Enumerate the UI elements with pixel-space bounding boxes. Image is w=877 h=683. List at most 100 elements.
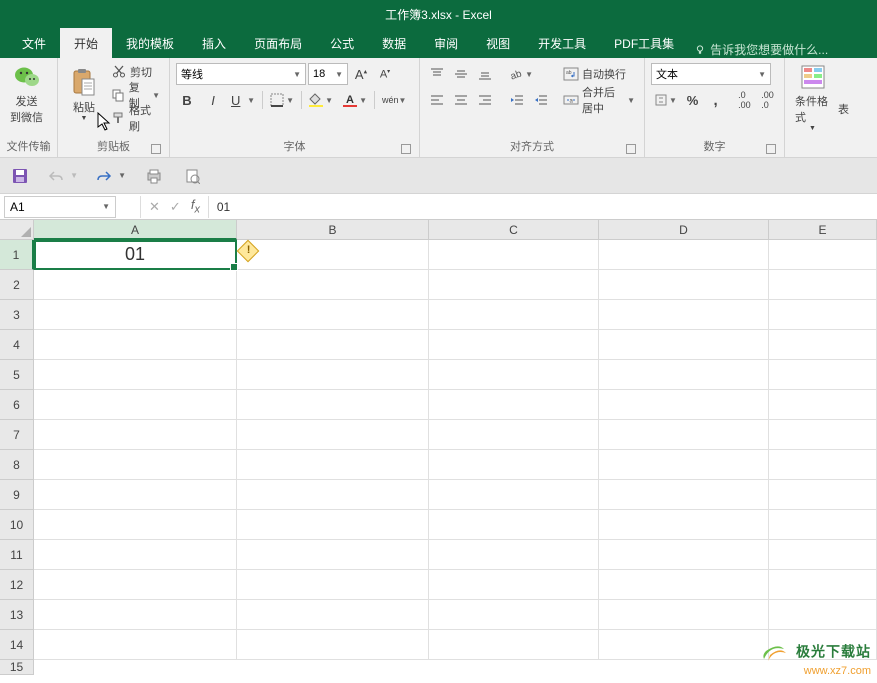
cell-C1[interactable] (429, 240, 599, 270)
row-header-3[interactable]: 3 (0, 300, 34, 330)
tab-page-layout[interactable]: 页面布局 (240, 28, 316, 58)
align-top-button[interactable] (426, 63, 448, 85)
cell[interactable] (769, 600, 877, 630)
font-color-button[interactable]: A ▼ (340, 89, 370, 111)
accounting-format-button[interactable]: ▼ (651, 89, 680, 111)
row-header-9[interactable]: 9 (0, 480, 34, 510)
row-header-1[interactable]: 1 (0, 240, 34, 270)
cell[interactable] (34, 390, 237, 420)
cell[interactable] (429, 540, 599, 570)
row-header-5[interactable]: 5 (0, 360, 34, 390)
merge-center-button[interactable]: a 合并后居中 ▼ (560, 89, 638, 111)
conditional-format-button[interactable]: 条件格式 ▼ (791, 61, 834, 134)
cell[interactable] (429, 600, 599, 630)
font-name-combo[interactable]: 等线▼ (176, 63, 306, 85)
tab-view[interactable]: 视图 (472, 28, 524, 58)
bold-button[interactable]: B (176, 89, 198, 111)
format-painter-button[interactable]: 格式刷 (108, 107, 163, 129)
fill-color-button[interactable]: ▼ (306, 89, 336, 111)
decrease-decimal-button[interactable]: .00.0 (757, 89, 778, 111)
cell[interactable] (769, 510, 877, 540)
send-to-wechat-button[interactable]: 发送 到微信 (6, 61, 47, 127)
tab-insert[interactable]: 插入 (188, 28, 240, 58)
cell[interactable] (34, 450, 237, 480)
increase-font-button[interactable]: A▴ (350, 63, 372, 85)
cell[interactable] (599, 450, 769, 480)
fx-button[interactable]: fx (191, 197, 200, 216)
cells-area[interactable]: 01 (34, 240, 877, 675)
cell[interactable] (599, 420, 769, 450)
cell[interactable] (429, 390, 599, 420)
row-header-2[interactable]: 2 (0, 270, 34, 300)
cell[interactable] (599, 360, 769, 390)
row-header-14[interactable]: 14 (0, 630, 34, 660)
cell[interactable] (769, 450, 877, 480)
row-header-11[interactable]: 11 (0, 540, 34, 570)
cell[interactable] (769, 420, 877, 450)
redo-button[interactable]: ▼ (96, 166, 126, 186)
cell[interactable] (34, 360, 237, 390)
wrap-text-button[interactable]: ab 自动换行 (560, 63, 638, 85)
cell[interactable] (34, 630, 237, 660)
font-size-combo[interactable]: 18▼ (308, 63, 348, 85)
tell-me-search[interactable]: 告诉我您想要做什么... (694, 41, 828, 58)
column-header-C[interactable]: C (429, 220, 599, 240)
cell[interactable] (237, 420, 429, 450)
align-bottom-button[interactable] (474, 63, 496, 85)
row-header-8[interactable]: 8 (0, 450, 34, 480)
row-header-12[interactable]: 12 (0, 570, 34, 600)
cell[interactable] (34, 300, 237, 330)
align-center-button[interactable] (450, 89, 472, 111)
clipboard-launcher[interactable] (151, 144, 161, 154)
cell[interactable] (599, 600, 769, 630)
align-left-button[interactable] (426, 89, 448, 111)
cell[interactable] (599, 480, 769, 510)
cell[interactable] (34, 480, 237, 510)
cell[interactable] (599, 390, 769, 420)
cell[interactable] (237, 450, 429, 480)
border-button[interactable]: ▼ (267, 89, 297, 111)
cell[interactable] (429, 450, 599, 480)
cell-E1[interactable] (769, 240, 877, 270)
cancel-formula-button[interactable]: ✕ (149, 199, 160, 215)
column-header-B[interactable]: B (237, 220, 429, 240)
tab-home[interactable]: 开始 (60, 28, 112, 58)
cell[interactable] (237, 480, 429, 510)
cell[interactable] (429, 420, 599, 450)
cell[interactable] (429, 360, 599, 390)
tab-data[interactable]: 数据 (368, 28, 420, 58)
cell[interactable] (769, 300, 877, 330)
cell[interactable] (769, 480, 877, 510)
alignment-launcher[interactable] (626, 144, 636, 154)
cell[interactable] (599, 330, 769, 360)
confirm-formula-button[interactable]: ✓ (170, 199, 181, 215)
row-header-15[interactable]: 15 (0, 660, 34, 675)
cell[interactable] (599, 540, 769, 570)
cell[interactable] (599, 630, 769, 660)
cell[interactable] (34, 270, 237, 300)
cell-D1[interactable] (599, 240, 769, 270)
row-header-10[interactable]: 10 (0, 510, 34, 540)
cell[interactable] (429, 570, 599, 600)
number-launcher[interactable] (766, 144, 776, 154)
row-header-7[interactable]: 7 (0, 420, 34, 450)
column-header-D[interactable]: D (599, 220, 769, 240)
decrease-font-button[interactable]: A▾ (374, 63, 396, 85)
cell[interactable] (769, 360, 877, 390)
align-right-button[interactable] (474, 89, 496, 111)
column-header-E[interactable]: E (769, 220, 877, 240)
cell[interactable] (237, 300, 429, 330)
save-button[interactable] (10, 166, 30, 186)
print-preview-button[interactable] (144, 166, 164, 186)
decrease-indent-button[interactable] (506, 89, 528, 111)
tab-templates[interactable]: 我的模板 (112, 28, 188, 58)
cell[interactable] (599, 510, 769, 540)
cell[interactable] (237, 330, 429, 360)
tab-formulas[interactable]: 公式 (316, 28, 368, 58)
paste-button[interactable]: 粘贴 ▼ (64, 61, 104, 129)
cell[interactable] (34, 510, 237, 540)
cell[interactable] (34, 330, 237, 360)
orientation-button[interactable]: ab▼ (506, 63, 536, 85)
cell-B1[interactable] (237, 240, 429, 270)
cell[interactable] (599, 570, 769, 600)
